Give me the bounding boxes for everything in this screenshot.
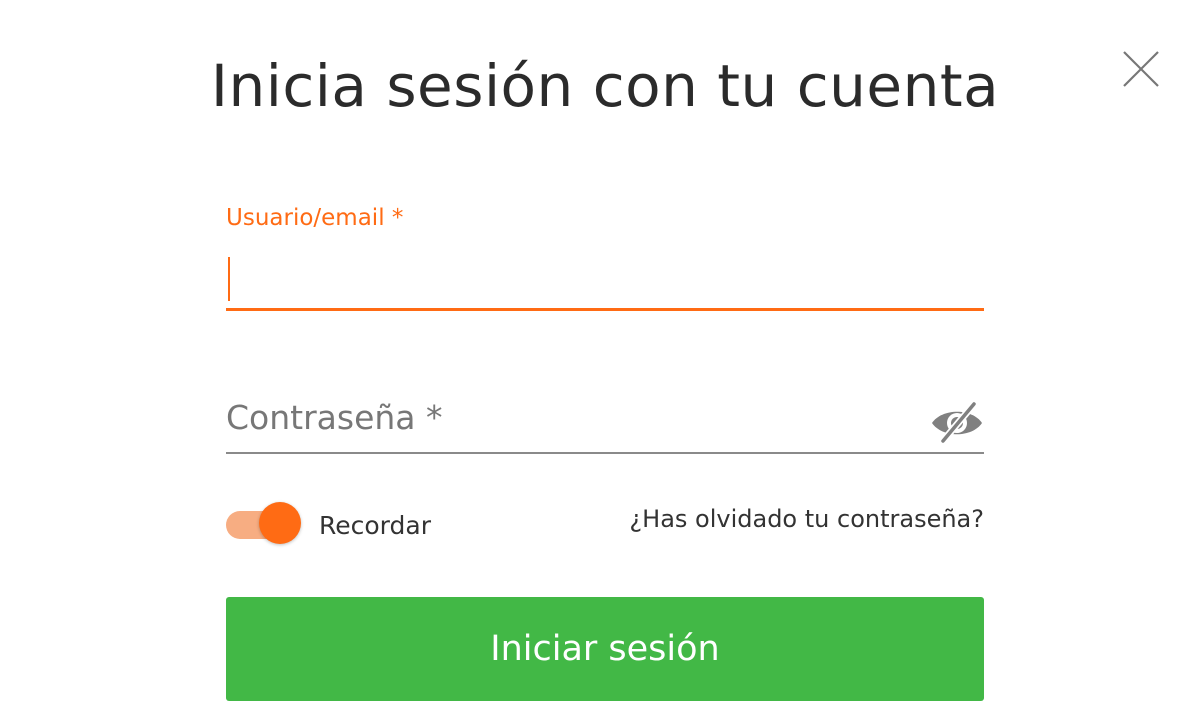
eye-slash-icon <box>932 401 982 444</box>
toggle-knob <box>259 502 301 544</box>
remember-toggle[interactable] <box>226 502 302 548</box>
username-input[interactable] <box>226 251 984 307</box>
text-caret <box>228 257 230 301</box>
password-input[interactable] <box>226 390 906 450</box>
password-underline <box>226 452 984 454</box>
username-underline <box>226 308 984 311</box>
remember-row: Recordar <box>226 500 431 550</box>
username-label: Usuario/email * <box>226 205 404 231</box>
password-field[interactable]: Contraseña * <box>226 390 984 454</box>
forgot-password-link[interactable]: ¿Has olvidado tu contraseña? <box>629 505 984 533</box>
username-field[interactable]: Usuario/email * <box>226 205 984 311</box>
login-button[interactable]: Iniciar sesión <box>226 597 984 701</box>
show-password-button[interactable] <box>930 400 984 446</box>
remember-label: Recordar <box>319 510 431 540</box>
dialog-title: Inicia sesión con tu cuenta <box>210 52 1000 120</box>
